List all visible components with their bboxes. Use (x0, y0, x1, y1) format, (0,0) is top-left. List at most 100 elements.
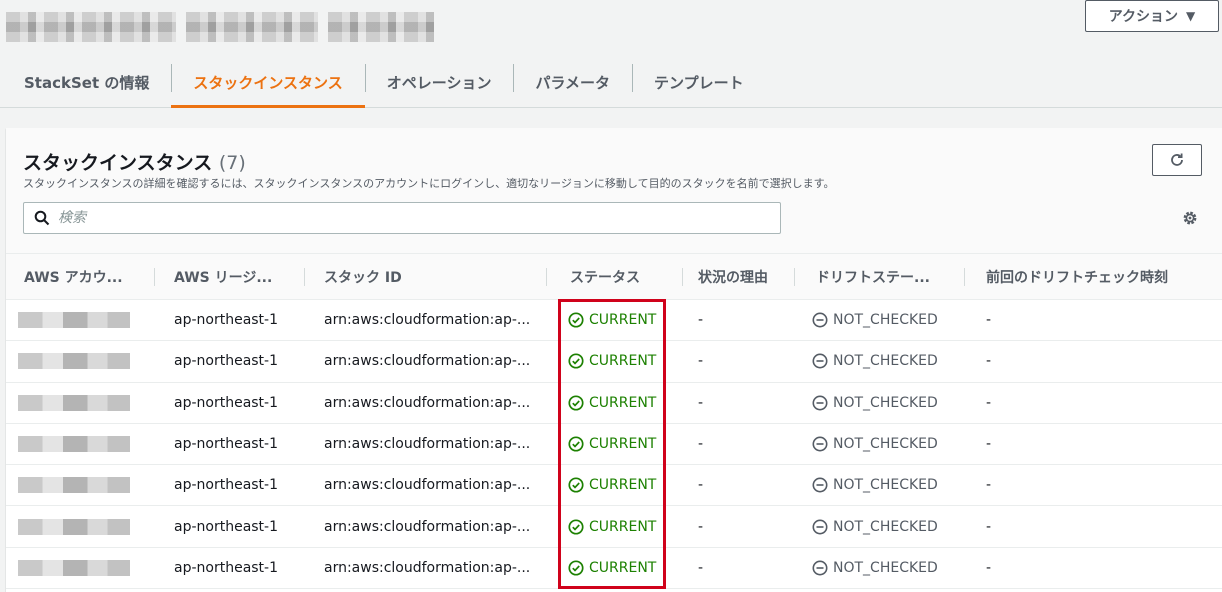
tab-label: テンプレート (654, 74, 744, 92)
actions-button-label: アクション (1108, 9, 1179, 25)
drift-status-cell: NOT_CHECKED (812, 341, 938, 381)
stack-id-cell[interactable]: arn:aws:cloudformation:ap-... (324, 383, 530, 423)
account-id-redacted (18, 394, 130, 411)
account-id-redacted (18, 477, 130, 494)
actions-dropdown-button[interactable]: アクション ▼ (1085, 0, 1219, 32)
table-row[interactable]: ap-northeast-1 arn:aws:cloudformation:ap… (6, 424, 1222, 466)
status-text: CURRENT (589, 394, 657, 411)
column-label: ドリフトステー... (816, 270, 930, 286)
gear-icon (1183, 211, 1197, 225)
stack-id-cell[interactable]: arn:aws:cloudformation:ap-... (324, 465, 530, 505)
last-drift-check-cell: - (986, 312, 992, 329)
page-title-redacted (6, 12, 434, 42)
column-label: スタック ID (324, 270, 402, 286)
region-cell: ap-northeast-1 (174, 312, 279, 329)
column-header-status-reason[interactable]: 状況の理由 (698, 254, 795, 300)
refresh-button[interactable] (1152, 144, 1202, 176)
status-indicator: CURRENT (568, 560, 656, 576)
column-label: 状況の理由 (698, 270, 768, 286)
status-indicator: CURRENT (568, 436, 656, 452)
table-row[interactable]: ap-northeast-1 arn:aws:cloudformation:ap… (6, 341, 1222, 383)
search-icon (34, 210, 50, 226)
status-cell: CURRENT (568, 383, 656, 423)
drift-indicator: NOT_CHECKED (812, 519, 938, 535)
region-cell: ap-northeast-1 (174, 436, 279, 453)
drift-text: NOT_CHECKED (833, 477, 938, 494)
tab-parameters[interactable]: パラメータ (513, 58, 632, 107)
status-reason-cell: - (698, 394, 704, 411)
drift-text: NOT_CHECKED (833, 312, 938, 329)
drift-text: NOT_CHECKED (833, 518, 938, 535)
preferences-button[interactable] (1180, 208, 1200, 228)
minus-circle-icon (812, 560, 828, 576)
last-drift-check-cell: - (986, 394, 992, 411)
table-row[interactable]: ap-northeast-1 arn:aws:cloudformation:ap… (6, 300, 1222, 342)
stack-id-cell[interactable]: arn:aws:cloudformation:ap-... (324, 424, 530, 464)
column-header-drift-status[interactable]: ドリフトステー... (816, 254, 965, 300)
panel-description: スタックインスタンスの詳細を確認するには、スタックインスタンスのアカウントにログ… (23, 177, 835, 190)
caret-down-icon: ▼ (1186, 9, 1196, 23)
status-cell: CURRENT (568, 506, 656, 546)
status-indicator: CURRENT (568, 353, 656, 369)
minus-circle-icon (812, 395, 828, 411)
column-header-last-drift-check[interactable]: 前回のドリフトチェック時刻 (986, 254, 1206, 300)
stack-id-cell[interactable]: arn:aws:cloudformation:ap-... (324, 548, 530, 588)
search-input[interactable] (58, 210, 658, 226)
check-circle-icon (568, 477, 584, 493)
last-drift-check-cell: - (986, 353, 992, 370)
last-drift-check-cell: - (986, 477, 992, 494)
account-cell (18, 548, 130, 588)
stack-instances-panel: スタックインスタンス (7) スタックインスタンスの詳細を確認するには、スタック… (6, 128, 1222, 592)
check-circle-icon (568, 395, 584, 411)
drift-status-cell: NOT_CHECKED (812, 383, 938, 423)
account-id-redacted (18, 312, 130, 329)
table-header: AWS アカウ... AWS リージ... スタック ID ステータス 状況の理… (6, 254, 1222, 300)
stack-id-cell[interactable]: arn:aws:cloudformation:ap-... (324, 341, 530, 381)
stack-id-cell[interactable]: arn:aws:cloudformation:ap-... (324, 506, 530, 546)
table-row[interactable]: ap-northeast-1 arn:aws:cloudformation:ap… (6, 383, 1222, 424)
account-cell (18, 341, 130, 381)
minus-circle-icon (812, 312, 828, 328)
stack-id-cell[interactable]: arn:aws:cloudformation:ap-... (324, 300, 530, 340)
check-circle-icon (568, 436, 584, 452)
column-header-account[interactable]: AWS アカウ... (24, 254, 155, 300)
tab-label: パラメータ (535, 74, 611, 92)
status-text: CURRENT (589, 477, 657, 494)
drift-status-cell: NOT_CHECKED (812, 465, 938, 505)
tab-stackset-info[interactable]: StackSet の情報 (0, 58, 171, 107)
tab-stack-instances[interactable]: スタックインスタンス (171, 58, 366, 108)
column-header-region[interactable]: AWS リージ... (174, 254, 305, 300)
status-cell: CURRENT (568, 424, 656, 464)
drift-indicator: NOT_CHECKED (812, 436, 938, 452)
refresh-icon (1171, 153, 1183, 166)
drift-status-cell: NOT_CHECKED (812, 300, 938, 340)
column-label: AWS アカウ... (24, 270, 123, 286)
column-header-status[interactable]: ステータス (570, 254, 683, 300)
status-reason-cell: - (698, 477, 704, 494)
drift-text: NOT_CHECKED (833, 353, 938, 370)
status-indicator: CURRENT (568, 477, 656, 493)
table-row[interactable]: ap-northeast-1 arn:aws:cloudformation:ap… (6, 548, 1222, 590)
tab-operations[interactable]: オペレーション (364, 58, 514, 107)
region-cell: ap-northeast-1 (174, 518, 279, 535)
search-field[interactable] (23, 202, 781, 234)
minus-circle-icon (812, 436, 828, 452)
check-circle-icon (568, 560, 584, 576)
table-row[interactable]: ap-northeast-1 arn:aws:cloudformation:ap… (6, 506, 1222, 548)
column-header-stack-id[interactable]: スタック ID (324, 254, 547, 300)
table-row[interactable]: ap-northeast-1 arn:aws:cloudformation:ap… (6, 465, 1222, 507)
tab-label: スタックインスタンス (193, 74, 343, 92)
drift-indicator: NOT_CHECKED (812, 477, 938, 493)
drift-indicator: NOT_CHECKED (812, 353, 938, 369)
drift-status-cell: NOT_CHECKED (812, 424, 938, 464)
last-drift-check-cell: - (986, 559, 992, 576)
drift-indicator: NOT_CHECKED (812, 560, 938, 576)
status-text: CURRENT (589, 353, 657, 370)
status-cell: CURRENT (568, 548, 656, 588)
column-label: AWS リージ... (174, 270, 273, 286)
status-indicator: CURRENT (568, 519, 656, 535)
tab-template[interactable]: テンプレート (632, 58, 766, 107)
tab-bar: StackSet の情報 スタックインスタンス オペレーション パラメータ テン… (0, 58, 1222, 108)
account-cell (18, 424, 130, 464)
check-circle-icon (568, 519, 584, 535)
